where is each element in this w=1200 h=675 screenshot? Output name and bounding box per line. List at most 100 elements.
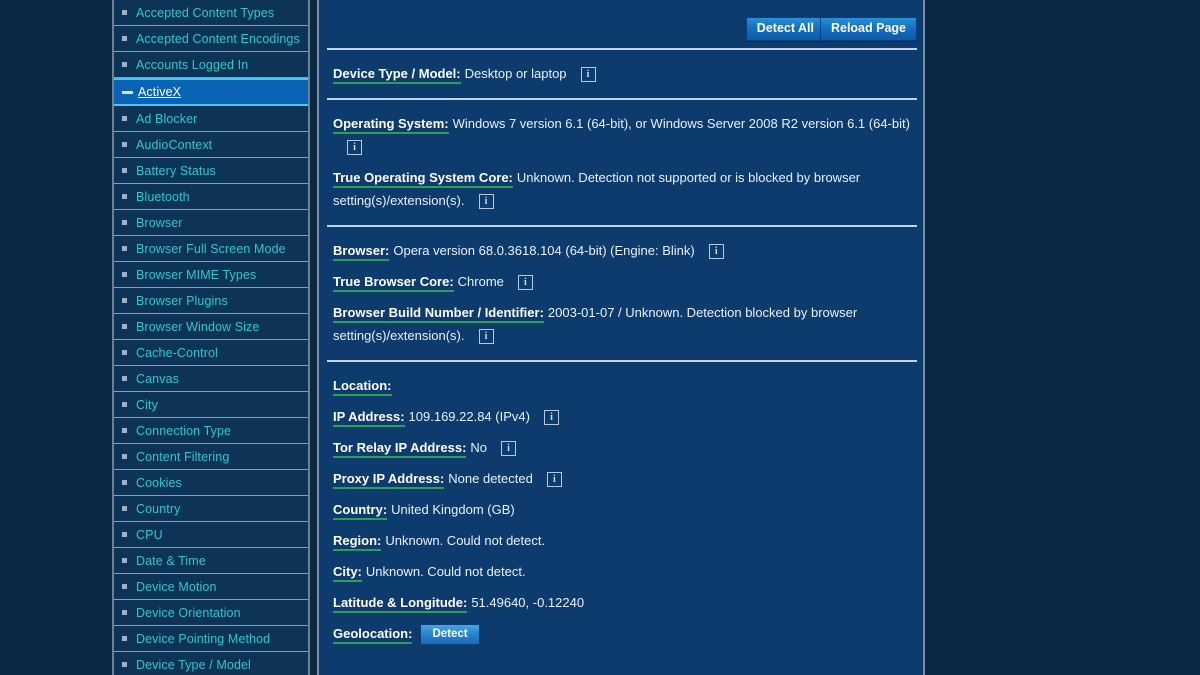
selected-marker-icon [122,90,133,94]
bullet-icon [122,298,127,303]
sidebar-item-label: Cookies [136,475,182,490]
sidebar-item-cache-control[interactable]: Cache-Control [114,340,308,366]
detection-row: Proxy IP Address: None detected i [319,463,923,494]
sidebar-item-label: Connection Type [136,423,232,438]
sidebar-item-device-type-model[interactable]: Device Type / Model [114,652,308,675]
sidebar-item-date-time[interactable]: Date & Time [114,548,308,574]
sidebar-item-label: Browser MIME Types [136,267,257,282]
detection-row: Location: [319,370,923,401]
bullet-icon [122,272,127,277]
detection-label: True Operating System Core: [333,170,513,188]
info-icon[interactable]: i [546,472,562,487]
detection-row: Tor Relay IP Address: No i [319,432,923,463]
detection-value: No [470,440,488,455]
bullet-icon [122,480,127,485]
sidebar-item-cpu[interactable]: CPU [114,522,308,548]
info-icon[interactable]: i [580,67,596,82]
bullet-icon [122,532,127,537]
sidebar-item-connection-type[interactable]: Connection Type [114,418,308,444]
info-icon[interactable]: i [478,329,494,344]
bullet-icon [122,324,127,329]
toolbar: Detect All Reload Page [319,0,923,48]
sidebar-item-accepted-content-types[interactable]: Accepted Content Types [114,0,308,26]
bullet-icon [122,62,127,67]
detection-value: Windows 7 version 6.1 (64-bit), or Windo… [452,116,910,131]
sidebar-item-browser-full-screen-mode[interactable]: Browser Full Screen Mode [114,236,308,262]
info-icon[interactable]: i [708,244,724,259]
detection-value: Opera version 68.0.3618.104 (64-bit) (En… [393,243,695,258]
sidebar-item-label: Accounts Logged In [136,57,249,72]
detection-value: None detected [448,471,533,486]
bullet-icon [122,428,127,433]
sidebar-item-label: Battery Status [136,163,216,178]
bullet-icon [122,662,127,667]
info-icon[interactable]: i [517,275,533,290]
app-root: Accepted Content Types Accepted Content E… [0,0,1200,675]
detection-label: Device Type / Model: [333,66,461,84]
bullet-icon [122,220,127,225]
bullet-icon [122,402,127,407]
bullet-icon [122,558,127,563]
device-section: Device Type / Model: Desktop or laptop i [319,50,923,98]
sidebar-item-label: ActiveX [138,85,182,99]
sidebar-item-bluetooth[interactable]: Bluetooth [114,184,308,210]
sidebar-item-label: Accepted Content Types [136,5,275,20]
sidebar-item-label: Device Type / Model [136,657,251,672]
bullet-icon [122,116,127,121]
sidebar-item-browser-plugins[interactable]: Browser Plugins [114,288,308,314]
sidebar-item-city[interactable]: City [114,392,308,418]
operating-system-section: Operating System: Windows 7 version 6.1 (… [319,100,923,225]
sidebar-item-label: Accepted Content Encodings [136,31,300,46]
detect-all-button[interactable]: Detect All [745,17,825,41]
sidebar-item-label: Device Pointing Method [136,631,271,646]
sidebar-item-country[interactable]: Country [114,496,308,522]
info-icon[interactable]: i [478,194,494,209]
sidebar-item-audiocontext[interactable]: AudioContext [114,132,308,158]
sidebar-item-label: AudioContext [136,137,213,152]
bullet-icon [122,142,127,147]
sidebar-item-label: Content Filtering [136,449,230,464]
bullet-icon [122,636,127,641]
reload-page-button[interactable]: Reload Page [819,17,917,41]
sidebar-item-label: Device Motion [136,579,217,594]
detection-label: Location: [333,378,392,396]
sidebar-item-device-pointing-method[interactable]: Device Pointing Method [114,626,308,652]
detection-label: IP Address: [333,409,405,427]
detection-row: Device Type / Model: Desktop or laptop i [319,58,923,89]
sidebar-nav[interactable]: Accepted Content Types Accepted Content E… [112,0,310,675]
sidebar-item-canvas[interactable]: Canvas [114,366,308,392]
sidebar-item-device-motion[interactable]: Device Motion [114,574,308,600]
detection-row: IP Address: 109.169.22.84 (IPv4) i [319,401,923,432]
detection-row: Country: United Kingdom (GB) [319,494,923,525]
location-section: Location: IP Address: 109.169.22.84 (IPv4)… [319,362,923,658]
detect-geolocation-button[interactable]: Detect [420,624,480,645]
sidebar-item-browser-mime-types[interactable]: Browser MIME Types [114,262,308,288]
detection-row: City: Unknown. Could not detect. [319,556,923,587]
sidebar-item-accounts-logged-in[interactable]: Accounts Logged In [114,52,308,78]
sidebar-item-browser[interactable]: Browser [114,210,308,236]
sidebar-item-ad-blocker[interactable]: Ad Blocker [114,106,308,132]
detection-label: City: [333,564,362,582]
sidebar-item-cookies[interactable]: Cookies [114,470,308,496]
detection-row: True Operating System Core: Unknown. Dete… [319,162,923,216]
detection-value: 109.169.22.84 (IPv4) [408,409,530,424]
sidebar-item-accepted-content-encodings[interactable]: Accepted Content Encodings [114,26,308,52]
detection-label: Latitude & Longitude: [333,595,468,613]
detection-label: Proxy IP Address: [333,471,445,489]
sidebar-item-activex[interactable]: ActiveX [114,78,308,106]
info-icon[interactable]: i [543,410,559,425]
sidebar-item-content-filtering[interactable]: Content Filtering [114,444,308,470]
detection-value: United Kingdom (GB) [391,502,515,517]
detection-row: Region: Unknown. Could not detect. [319,525,923,556]
info-icon[interactable]: i [501,441,517,456]
sidebar-item-label: Browser Plugins [136,293,228,308]
detection-row: Operating System: Windows 7 version 6.1 (… [319,108,923,162]
bullet-icon [122,36,127,41]
sidebar-item-label: CPU [136,527,163,542]
sidebar-item-device-orientation[interactable]: Device Orientation [114,600,308,626]
detection-value: Unknown. Could not detect. [385,533,546,548]
detection-label: Country: [333,502,388,520]
info-icon[interactable]: i [347,140,362,155]
sidebar-item-battery-status[interactable]: Battery Status [114,158,308,184]
sidebar-item-browser-window-size[interactable]: Browser Window Size [114,314,308,340]
